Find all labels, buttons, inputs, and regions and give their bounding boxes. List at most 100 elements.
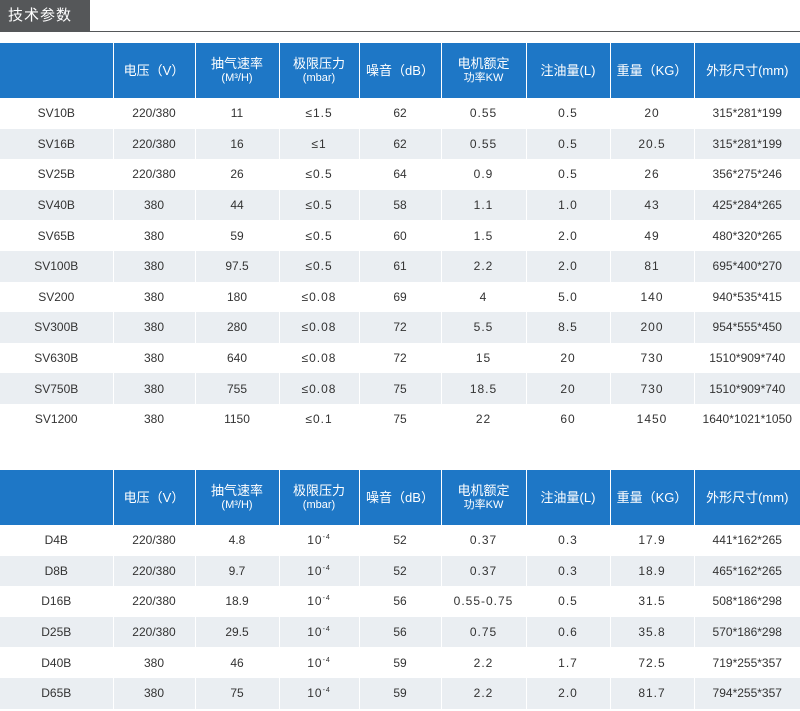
col-header-pump-speed: 抽气速率 (M³/H) <box>194 470 279 525</box>
table-body: D4B 220/380 4.8 10-4 52 0.37 0.3 17.9 441*162*26… <box>0 525 800 709</box>
col-header-dimensions: 外形尺寸(mm) <box>693 43 800 98</box>
cell-motor-power: 22 <box>440 403 526 435</box>
cell-model: D16B <box>0 586 113 617</box>
cell-noise: 62 <box>358 128 441 160</box>
title-divider <box>0 31 800 32</box>
col-header-label: 电机额定 <box>457 482 510 498</box>
cell-pump-speed: 26 <box>194 159 279 190</box>
cell-ultimate-pressure: 10-4 <box>278 647 359 678</box>
cell-weight: 35.8 <box>609 616 694 648</box>
pressure-exponent: -4 <box>322 564 331 572</box>
table-row: SV25B 220/380 26 ≤0.5 64 0.9 0.5 26 356*275*246 <box>0 159 800 190</box>
cell-weight: 730 <box>609 373 694 404</box>
cell-model: D65B <box>0 677 113 709</box>
cell-weight: 18.9 <box>609 555 694 587</box>
col-header-label: 电压（V） <box>123 489 185 505</box>
cell-oil-volume: 60 <box>525 403 610 435</box>
table-row: D16B 220/380 18.9 10-4 56 0.55-0.75 0.5 31.5 508… <box>0 586 800 617</box>
cell-voltage: 380 <box>112 647 195 678</box>
cell-oil-volume: 1.7 <box>525 647 610 678</box>
cell-dimensions: 954*555*450 <box>693 312 800 343</box>
cell-pump-speed: 755 <box>194 373 279 404</box>
col-header-pump-speed: 抽气速率 (M³/H) <box>194 43 279 98</box>
col-header-weight: 重量（KG） <box>609 43 694 98</box>
cell-pump-speed: 75 <box>194 677 279 709</box>
cell-oil-volume: 0.5 <box>525 128 610 160</box>
cell-voltage: 380 <box>112 677 195 709</box>
cell-ultimate-pressure: 10-4 <box>278 525 359 556</box>
col-header-label: 注油量(L) <box>540 489 596 505</box>
cell-noise: 75 <box>358 403 441 435</box>
cell-motor-power: 2.2 <box>440 647 526 678</box>
cell-dimensions: 465*162*265 <box>693 555 800 587</box>
cell-pump-speed: 18.9 <box>194 586 279 617</box>
cell-model: SV200 <box>0 281 113 313</box>
table-row: SV40B 380 44 ≤0.5 58 1.1 1.0 43 425*284*265 <box>0 189 800 221</box>
cell-weight: 72.5 <box>609 647 694 678</box>
col-header-ultimate-pressure: 极限压力 (mbar) <box>278 470 359 525</box>
col-header-label: 抽气速率 <box>210 482 263 498</box>
table-row: D25B 220/380 29.5 10-4 56 0.75 0.6 35.8 570*186*… <box>0 616 800 648</box>
cell-dimensions: 508*186*298 <box>693 586 800 617</box>
col-header-label: 重量（KG） <box>616 489 688 505</box>
col-header-unit: (M³/H) <box>221 71 253 84</box>
cell-pump-speed: 11 <box>194 98 279 129</box>
cell-noise: 61 <box>358 250 441 282</box>
cell-dimensions: 1510*909*740 <box>693 373 800 404</box>
table-row: SV16B 220/380 16 ≤1 62 0.55 0.5 20.5 315*281*199 <box>0 128 800 160</box>
col-header-model <box>0 43 113 98</box>
table-row: D4B 220/380 4.8 10-4 52 0.37 0.3 17.9 441*162*26… <box>0 525 800 556</box>
cell-ultimate-pressure: ≤1.5 <box>278 98 359 129</box>
cell-ultimate-pressure: ≤0.08 <box>278 342 359 374</box>
cell-noise: 64 <box>358 159 441 190</box>
cell-dimensions: 719*255*357 <box>693 647 800 678</box>
col-header-oil-volume: 注油量(L) <box>525 470 610 525</box>
cell-dimensions: 1640*1021*1050 <box>693 403 800 435</box>
cell-motor-power: 0.55 <box>440 98 526 129</box>
cell-ultimate-pressure: ≤0.5 <box>278 250 359 282</box>
cell-noise: 72 <box>358 342 441 374</box>
cell-weight: 20.5 <box>609 128 694 160</box>
col-header-label: 极限压力 <box>292 55 345 71</box>
col-header-label: 外形尺寸(mm) <box>706 489 789 505</box>
cell-dimensions: 940*535*415 <box>693 281 800 313</box>
cell-dimensions: 794*255*357 <box>693 677 800 709</box>
cell-weight: 81.7 <box>609 677 694 709</box>
cell-voltage: 220/380 <box>112 128 195 160</box>
cell-model: SV1200 <box>0 403 113 435</box>
cell-ultimate-pressure: ≤1 <box>278 128 359 160</box>
cell-noise: 69 <box>358 281 441 313</box>
cell-motor-power: 4 <box>440 281 526 313</box>
cell-weight: 26 <box>609 159 694 190</box>
cell-ultimate-pressure: 10-4 <box>278 616 359 648</box>
cell-noise: 72 <box>358 312 441 343</box>
cell-voltage: 380 <box>112 342 195 374</box>
col-header-unit: (M³/H) <box>221 498 253 511</box>
table-row: SV100B 380 97.5 ≤0.5 61 2.2 2.0 81 695*400*270 <box>0 250 800 282</box>
cell-oil-volume: 0.3 <box>525 555 610 587</box>
table-row: SV750B 380 755 ≤0.08 75 18.5 20 730 1510*909*740 <box>0 373 800 404</box>
cell-ultimate-pressure: ≤0.08 <box>278 312 359 343</box>
header-row: 电压（V） 抽气速率 (M³/H) 极限压力 (mbar) 噪音（dB） 电机额定 功率KW 注… <box>0 470 800 525</box>
cell-oil-volume: 0.3 <box>525 525 610 556</box>
col-header-noise: 噪音（dB） <box>358 43 441 98</box>
cell-pump-speed: 16 <box>194 128 279 160</box>
cell-voltage: 380 <box>112 403 195 435</box>
cell-weight: 730 <box>609 342 694 374</box>
table-row: SV1200 380 1150 ≤0.1 75 22 60 1450 1640*1021*105… <box>0 403 800 435</box>
pressure-exponent: -4 <box>322 687 331 695</box>
col-header-dimensions: 外形尺寸(mm) <box>693 470 800 525</box>
col-header-label: 噪音（dB） <box>366 62 434 78</box>
cell-voltage: 380 <box>112 373 195 404</box>
cell-dimensions: 441*162*265 <box>693 525 800 556</box>
cell-voltage: 220/380 <box>112 586 195 617</box>
table-row: SV65B 380 59 ≤0.5 60 1.5 2.0 49 480*320*265 <box>0 220 800 251</box>
spec-table-sv: 电压（V） 抽气速率 (M³/H) 极限压力 (mbar) 噪音（dB） 电机额定 功率KW 注… <box>0 43 800 435</box>
cell-model: SV10B <box>0 98 113 129</box>
cell-motor-power: 0.75 <box>440 616 526 648</box>
table-row: D65B 380 75 10-4 59 2.2 2.0 81.7 794*255*357 <box>0 677 800 709</box>
cell-dimensions: 356*275*246 <box>693 159 800 190</box>
cell-weight: 31.5 <box>609 586 694 617</box>
cell-model: SV750B <box>0 373 113 404</box>
cell-model: SV25B <box>0 159 113 190</box>
